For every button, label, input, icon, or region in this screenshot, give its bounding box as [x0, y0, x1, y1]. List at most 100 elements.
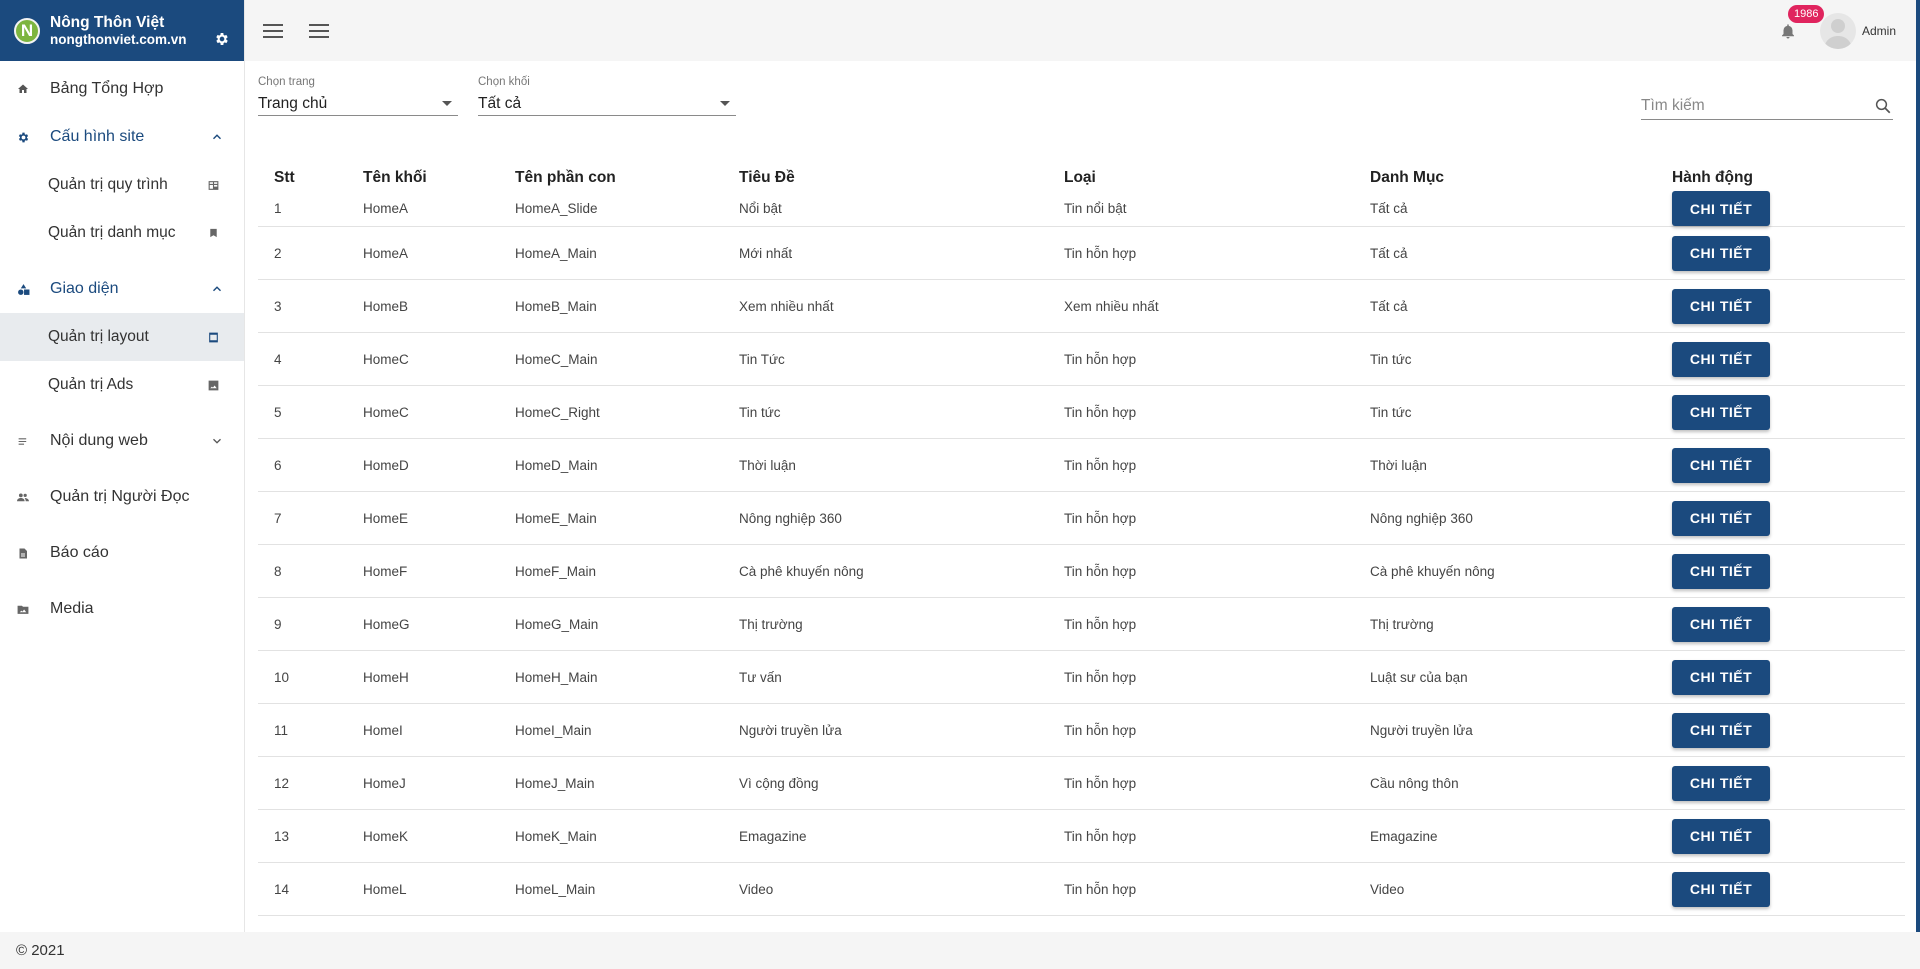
cell-title: Emagazine: [723, 809, 1048, 863]
avatar[interactable]: [1819, 12, 1856, 49]
cell-block-name: HomeI: [347, 703, 499, 757]
cell-type: Xem nhiều nhất: [1048, 279, 1354, 333]
dropdown-caret-icon: [720, 101, 730, 106]
cell-subpart-name: HomeD_Main: [499, 438, 723, 492]
cell-stt: 7: [258, 491, 347, 545]
shapes-icon: [16, 282, 30, 296]
table-row: 4 HomeC HomeC_Main Tin Tức Tin hỗn hợp Tin tứ…: [258, 332, 1905, 386]
cell-category: Tất cả: [1354, 279, 1656, 333]
image-icon: [206, 378, 220, 392]
sidebar-item-ads[interactable]: Quản trị Ads: [0, 361, 244, 409]
cell-action: CHI TIẾT: [1656, 862, 1905, 916]
cell-block-name: HomeB: [347, 279, 499, 333]
sidebar-item-reports[interactable]: Báo cáo: [0, 529, 244, 577]
cell-block-name: HomeF: [347, 544, 499, 598]
detail-button[interactable]: CHI TIẾT: [1672, 288, 1770, 324]
detail-button[interactable]: CHI TIẾT: [1672, 553, 1770, 589]
cell-title: Nông nghiệp 360: [723, 491, 1048, 545]
search-input[interactable]: [1641, 96, 1873, 115]
cell-subpart-name: HomeH_Main: [499, 650, 723, 704]
cell-type: Tin hỗn hợp: [1048, 438, 1354, 492]
table-row: 7 HomeE HomeE_Main Nông nghiệp 360 Tin hỗn h…: [258, 491, 1905, 545]
detail-button[interactable]: CHI TIẾT: [1672, 765, 1770, 801]
cell-block-name: HomeH: [347, 650, 499, 704]
col-header-type: Loại: [1064, 169, 1096, 186]
detail-button[interactable]: CHI TIẾT: [1672, 341, 1770, 377]
sidebar-item-dashboard[interactable]: Bảng Tổng Hợp: [0, 65, 244, 113]
sidebar-item-label: Giao diện: [50, 280, 119, 297]
cell-block-name: HomeL: [347, 862, 499, 916]
user-name[interactable]: Admin: [1862, 24, 1896, 38]
sidebar-item-interface[interactable]: Giao diện: [0, 265, 244, 313]
sidebar-item-label: Quản trị danh mục: [48, 224, 176, 241]
detail-button[interactable]: CHI TIẾT: [1672, 235, 1770, 271]
page-select[interactable]: Trang chủ: [258, 92, 458, 116]
cell-subpart-name: HomeA_Main: [499, 226, 723, 280]
cell-action: CHI TIẾT: [1656, 226, 1905, 280]
sidebar-item-readers[interactable]: Quản trị Người Đọc: [0, 473, 244, 521]
cell-subpart-name: HomeE_Main: [499, 491, 723, 545]
sidebar-item-site-config[interactable]: Cấu hình site: [0, 113, 244, 161]
detail-button[interactable]: CHI TIẾT: [1672, 447, 1770, 483]
detail-button[interactable]: CHI TIẾT: [1672, 394, 1770, 430]
detail-button[interactable]: CHI TIẾT: [1672, 712, 1770, 748]
block-select[interactable]: Tất cả: [478, 92, 736, 116]
footer: © 2021: [0, 932, 1920, 969]
sidebar-item-workflow[interactable]: Quản trị quy trình: [0, 161, 244, 209]
sidebar: N Nông Thôn Việt nongthonviet.com.vn Bản…: [0, 0, 245, 932]
bookmark-icon: [206, 226, 220, 240]
col-header-block-name: Tên khối: [363, 169, 427, 186]
chevron-up-icon[interactable]: [210, 282, 224, 296]
detail-button[interactable]: CHI TIẾT: [1672, 191, 1770, 226]
cell-action: CHI TIẾT: [1656, 544, 1905, 598]
menu-icon[interactable]: [307, 19, 331, 43]
cell-stt: 2: [258, 226, 347, 280]
cell-action: CHI TIẾT: [1656, 491, 1905, 545]
cell-subpart-name: HomeC_Right: [499, 385, 723, 439]
cell-type: Tin hỗn hợp: [1048, 332, 1354, 386]
workflow-icon: [206, 178, 220, 192]
sidebar-item-media[interactable]: Media: [0, 585, 244, 633]
cell-action: CHI TIẾT: [1656, 191, 1905, 227]
detail-button[interactable]: CHI TIẾT: [1672, 871, 1770, 907]
cell-action: CHI TIẾT: [1656, 279, 1905, 333]
cell-block-name: HomeK: [347, 809, 499, 863]
table-row: 12 HomeJ HomeJ_Main Vì cộng đồng Tin hỗn hợp…: [258, 756, 1905, 810]
table-row: 10 HomeH HomeH_Main Tư vấn Tin hỗn hợp Luật s…: [258, 650, 1905, 704]
cell-title: Thị trường: [723, 597, 1048, 651]
cell-title: Cà phê khuyến nông: [723, 544, 1048, 598]
sidebar-item-layout[interactable]: Quản trị layout: [0, 313, 244, 361]
block-filter: Chọn khối Tất cả: [478, 76, 736, 116]
sidebar-item-label: Bảng Tổng Hợp: [50, 80, 164, 97]
cell-stt: 6: [258, 438, 347, 492]
cell-title: Xem nhiều nhất: [723, 279, 1048, 333]
detail-button[interactable]: CHI TIẾT: [1672, 606, 1770, 642]
settings-gear-icon[interactable]: [214, 31, 232, 49]
page-select-value: Trang chủ: [258, 94, 328, 112]
top-bar: 1986 Admin: [245, 0, 1918, 61]
cell-category: Thời luận: [1354, 438, 1656, 492]
layout-icon: [206, 330, 220, 344]
detail-button[interactable]: CHI TIẾT: [1672, 500, 1770, 536]
cell-action: CHI TIẾT: [1656, 809, 1905, 863]
report-icon: [16, 546, 30, 560]
search-icon[interactable]: [1873, 96, 1893, 116]
sidebar-item-label: Cấu hình site: [50, 128, 145, 145]
scrollbar[interactable]: [1916, 0, 1920, 932]
detail-button[interactable]: CHI TIẾT: [1672, 818, 1770, 854]
cell-action: CHI TIẾT: [1656, 756, 1905, 810]
notification-bell-icon[interactable]: 1986: [1776, 4, 1825, 43]
table-row: 2 HomeA HomeA_Main Mới nhất Tin hỗn hợp Tất c…: [258, 226, 1905, 280]
sidebar-item-categories[interactable]: Quản trị danh mục: [0, 209, 244, 257]
sidebar-item-web-content[interactable]: Nội dung web: [0, 417, 244, 465]
cell-subpart-name: HomeJ_Main: [499, 756, 723, 810]
cell-category: Tin tức: [1354, 332, 1656, 386]
page-filter: Chọn trang Trang chủ: [258, 76, 458, 116]
detail-button[interactable]: CHI TIẾT: [1672, 659, 1770, 695]
table-row: 11 HomeI HomeI_Main Người truyền lửa Tin hỗn…: [258, 703, 1905, 757]
chevron-up-icon[interactable]: [210, 130, 224, 144]
cell-action: CHI TIẾT: [1656, 438, 1905, 492]
menu-toggle-icon[interactable]: [261, 19, 285, 43]
brand-logo[interactable]: N: [14, 17, 40, 44]
chevron-down-icon[interactable]: [210, 434, 224, 448]
